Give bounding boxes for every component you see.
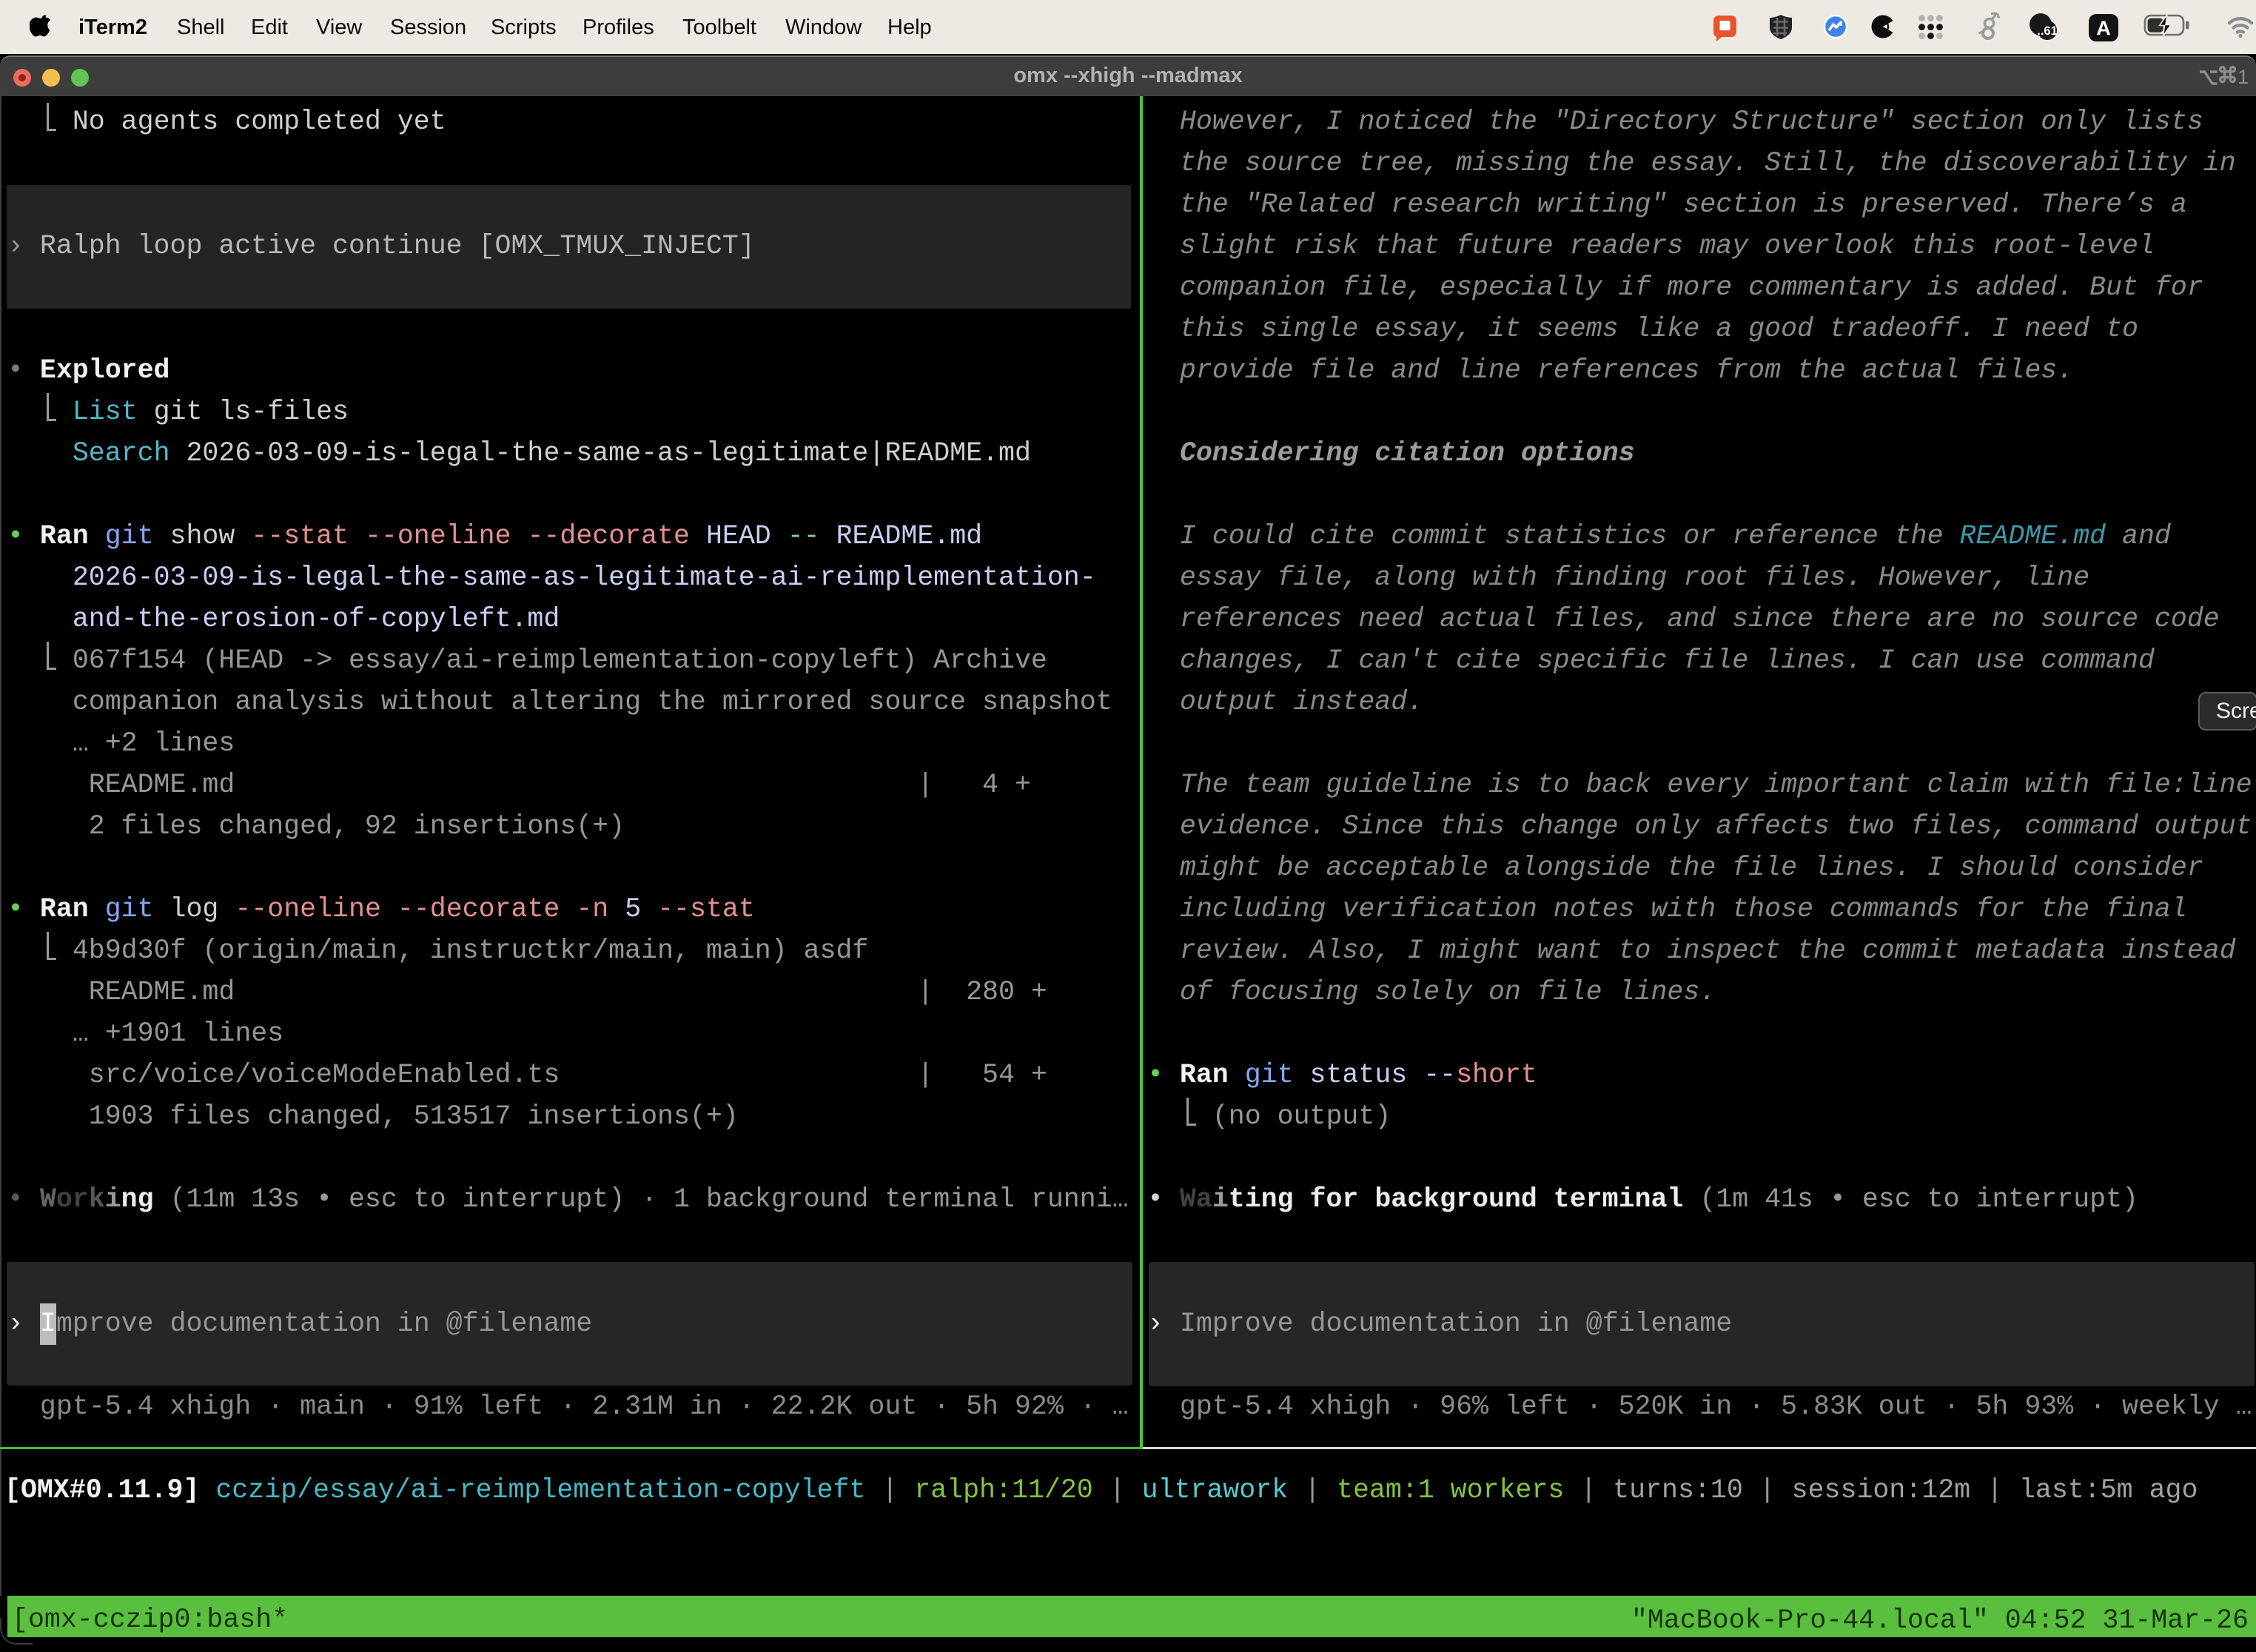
svg-text:A: A [2096,17,2111,39]
svg-text:..61: ..61 [2037,24,2058,38]
svg-text:1: 1 [2237,66,2249,88]
